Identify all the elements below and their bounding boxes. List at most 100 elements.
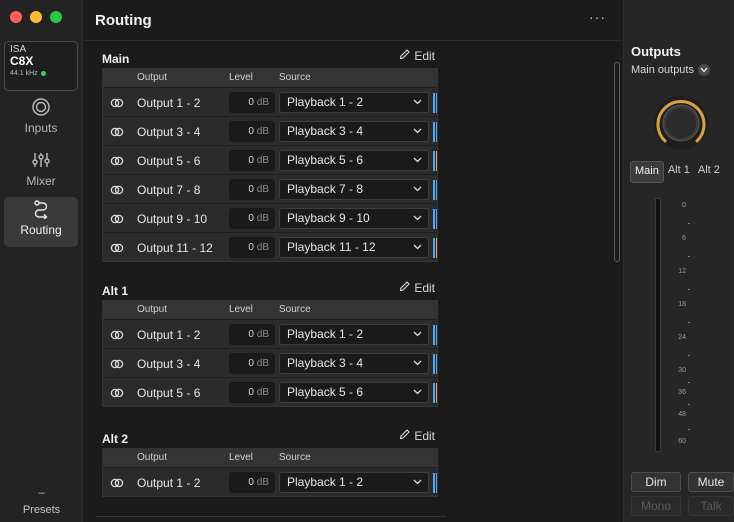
source-value: Playback 9 - 10 [287, 211, 370, 225]
source-select[interactable]: Playback 9 - 10 [279, 208, 429, 229]
main-outputs-label: Main outputs [631, 64, 694, 76]
meter-bar-left [433, 122, 435, 142]
table-header: Output Level Source [103, 69, 437, 87]
tab-alt-2[interactable]: Alt 2 [694, 161, 724, 183]
zoom-window-button[interactable] [50, 11, 62, 23]
talk-button[interactable]: Talk [688, 496, 734, 516]
column-level: Level [229, 304, 253, 315]
nav-routing[interactable]: Routing [4, 197, 78, 247]
nav-routing-label: Routing [20, 223, 62, 237]
source-select[interactable]: Playback 5 - 6 [279, 382, 429, 403]
section-title: Main [102, 52, 130, 66]
source-select[interactable]: Playback 1 - 2 [279, 92, 429, 113]
source-select[interactable]: Playback 3 - 4 [279, 353, 429, 374]
app-window: ISA C8X 44.1 kHz Inputs Mixer Routing – … [0, 0, 734, 522]
device-card[interactable]: ISA C8X 44.1 kHz [4, 41, 78, 91]
signal-meter [433, 151, 437, 171]
meter-scale-tick: 6 [682, 235, 686, 242]
nav-mixer-label: Mixer [26, 174, 56, 188]
meter-bar-right [435, 122, 437, 142]
nav-inputs[interactable]: Inputs [4, 95, 78, 143]
dim-button[interactable]: Dim [631, 472, 681, 492]
stereo-link-icon[interactable] [110, 386, 124, 404]
stereo-link-icon[interactable] [110, 476, 124, 494]
edit-button[interactable]: Edit [399, 281, 435, 295]
level-field[interactable]: 0 dB [229, 353, 275, 374]
level-field[interactable]: 0 dB [229, 92, 275, 113]
sample-rate: 44.1 kHz [10, 70, 38, 77]
minimize-window-button[interactable] [30, 11, 42, 23]
meter-scale-tick: 60 [678, 438, 686, 445]
source-select[interactable]: Playback 3 - 4 [279, 121, 429, 142]
tab-main[interactable]: Main [630, 161, 664, 183]
level-field[interactable]: 0 dB [229, 179, 275, 200]
stereo-link-icon[interactable] [110, 125, 124, 143]
source-value: Playback 1 - 2 [287, 475, 364, 489]
source-select[interactable]: Playback 1 - 2 [279, 324, 429, 345]
routing-table: Output Level Source Output 1 - 2 0 dB Playbac… [102, 300, 438, 407]
volume-knob[interactable] [651, 93, 711, 153]
meter-scale-tick: 18 [678, 301, 686, 308]
signal-meter [433, 473, 437, 493]
level-field[interactable]: 0 dB [229, 208, 275, 229]
level-value: 0 [248, 242, 254, 253]
close-window-button[interactable] [10, 11, 22, 23]
stereo-link-icon[interactable] [110, 154, 124, 172]
source-value: Playback 1 - 2 [287, 327, 364, 341]
section-header: Alt 2 Edit [102, 426, 438, 448]
outputs-title: Outputs [631, 44, 681, 59]
edit-button[interactable]: Edit [399, 429, 435, 443]
level-unit: dB [256, 329, 269, 340]
stereo-link-icon[interactable] [110, 96, 124, 114]
vertical-scrollbar[interactable] [614, 62, 620, 262]
tab-alt-1[interactable]: Alt 1 [664, 161, 694, 183]
nav-mixer[interactable]: Mixer [4, 148, 78, 196]
level-value: 0 [248, 184, 254, 195]
source-select[interactable]: Playback 1 - 2 [279, 472, 429, 493]
level-field[interactable]: 0 dB [229, 472, 275, 493]
level-value: 0 [248, 477, 254, 488]
stereo-link-icon[interactable] [110, 328, 124, 346]
output-name: Output 7 - 8 [137, 183, 201, 197]
level-field[interactable]: 0 dB [229, 382, 275, 403]
main-outputs-dropdown[interactable]: Main outputs [631, 64, 710, 76]
meter-bar-right [435, 354, 437, 374]
meter-scale-tick: 12 [678, 268, 686, 275]
level-field[interactable]: 0 dB [229, 121, 275, 142]
level-field[interactable]: 0 dB [229, 324, 275, 345]
meter-minor-tick [688, 322, 690, 323]
stereo-link-icon[interactable] [110, 212, 124, 230]
table-row: Output 1 - 2 0 dB Playback 1 - 2 [103, 319, 437, 348]
table-header: Output Level Source [103, 301, 437, 319]
meter-bar-left [433, 238, 435, 258]
column-level: Level [229, 452, 253, 463]
presets-button[interactable]: Presets [0, 504, 83, 516]
signal-meter [433, 93, 437, 113]
mute-button[interactable]: Mute [688, 472, 734, 492]
mono-button[interactable]: Mono [631, 496, 681, 516]
level-unit: dB [256, 184, 269, 195]
stereo-link-icon[interactable] [110, 357, 124, 375]
stereo-link-icon[interactable] [110, 183, 124, 201]
window-controls [10, 11, 62, 23]
meter-bar-left [433, 93, 435, 113]
more-options-button[interactable]: ··· [589, 9, 606, 25]
source-select[interactable]: Playback 5 - 6 [279, 150, 429, 171]
meter-minor-tick [688, 355, 690, 356]
output-name: Output 5 - 6 [137, 386, 201, 400]
routing-table: Output Level Source Output 1 - 2 0 dB Playbac… [102, 448, 438, 497]
source-select[interactable]: Playback 7 - 8 [279, 179, 429, 200]
source-select[interactable]: Playback 11 - 12 [279, 237, 429, 258]
stereo-link-icon[interactable] [110, 241, 124, 259]
routing-section: Alt 1 Edit Output Level Source Output 1 - 2 0 … [102, 278, 438, 407]
pencil-icon [399, 429, 411, 443]
level-field[interactable]: 0 dB [229, 237, 275, 258]
meter-scale-tick: 48 [678, 411, 686, 418]
edit-button[interactable]: Edit [399, 49, 435, 63]
signal-meter [433, 122, 437, 142]
level-field[interactable]: 0 dB [229, 150, 275, 171]
table-row: Output 1 - 2 0 dB Playback 1 - 2 [103, 467, 437, 496]
chevron-down-icon [413, 383, 422, 402]
output-name: Output 1 - 2 [137, 96, 201, 110]
chevron-down-icon [413, 209, 422, 228]
